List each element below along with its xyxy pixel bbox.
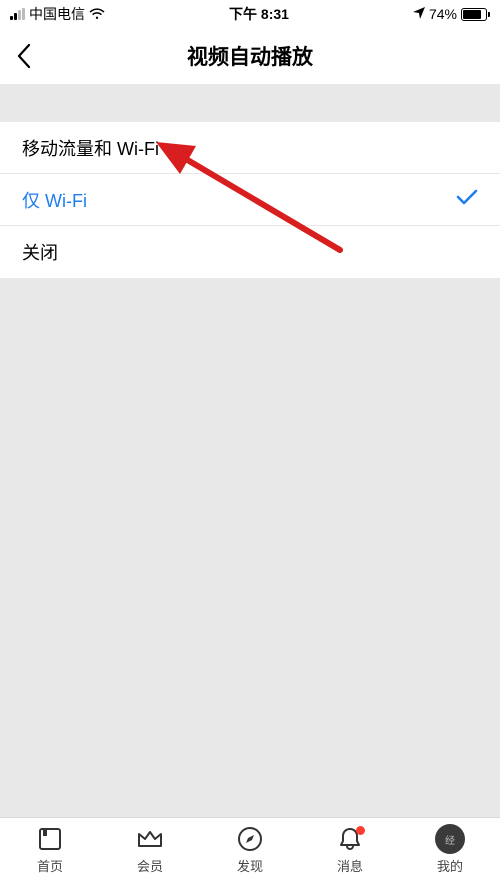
crown-icon [135, 824, 165, 854]
avatar-icon: 经 [435, 824, 465, 854]
tab-label: 我的 [437, 856, 463, 875]
checkmark-icon [456, 188, 478, 211]
page-title: 视频自动播放 [0, 41, 500, 71]
tab-profile[interactable]: 经 我的 [400, 824, 500, 875]
option-label: 仅 Wi-Fi [22, 187, 87, 213]
status-time: 下午 8:31 [229, 4, 289, 24]
tab-label: 消息 [337, 856, 363, 875]
option-mobile-and-wifi[interactable]: 移动流量和 Wi-Fi [0, 122, 500, 174]
option-wifi-only[interactable]: 仅 Wi-Fi [0, 174, 500, 226]
tab-messages[interactable]: 消息 [300, 824, 400, 875]
option-label: 移动流量和 Wi-Fi [22, 135, 159, 161]
option-label: 关闭 [22, 239, 58, 265]
notification-badge [356, 826, 365, 835]
option-off[interactable]: 关闭 [0, 226, 500, 278]
battery-pct: 74% [429, 6, 457, 22]
battery-icon [461, 8, 490, 21]
tab-label: 首页 [37, 856, 63, 875]
back-button[interactable] [0, 28, 48, 84]
home-icon [35, 824, 65, 854]
nav-header: 视频自动播放 [0, 28, 500, 84]
tab-bar: 首页 会员 发现 消息 经 我的 [0, 817, 500, 889]
signal-icon [10, 8, 25, 20]
status-left: 中国电信 [10, 4, 105, 24]
compass-icon [235, 824, 265, 854]
options-list: 移动流量和 Wi-Fi 仅 Wi-Fi 关闭 [0, 122, 500, 278]
status-bar: 中国电信 下午 8:31 74% [0, 0, 500, 28]
carrier-label: 中国电信 [29, 4, 85, 24]
tab-label: 发现 [237, 856, 263, 875]
chevron-left-icon [16, 43, 32, 69]
tab-label: 会员 [137, 856, 163, 875]
tab-home[interactable]: 首页 [0, 824, 100, 875]
wifi-icon [89, 8, 105, 20]
tab-member[interactable]: 会员 [100, 824, 200, 875]
location-icon [413, 6, 425, 22]
status-right: 74% [413, 6, 490, 22]
tab-discover[interactable]: 发现 [200, 824, 300, 875]
bell-icon [335, 824, 365, 854]
